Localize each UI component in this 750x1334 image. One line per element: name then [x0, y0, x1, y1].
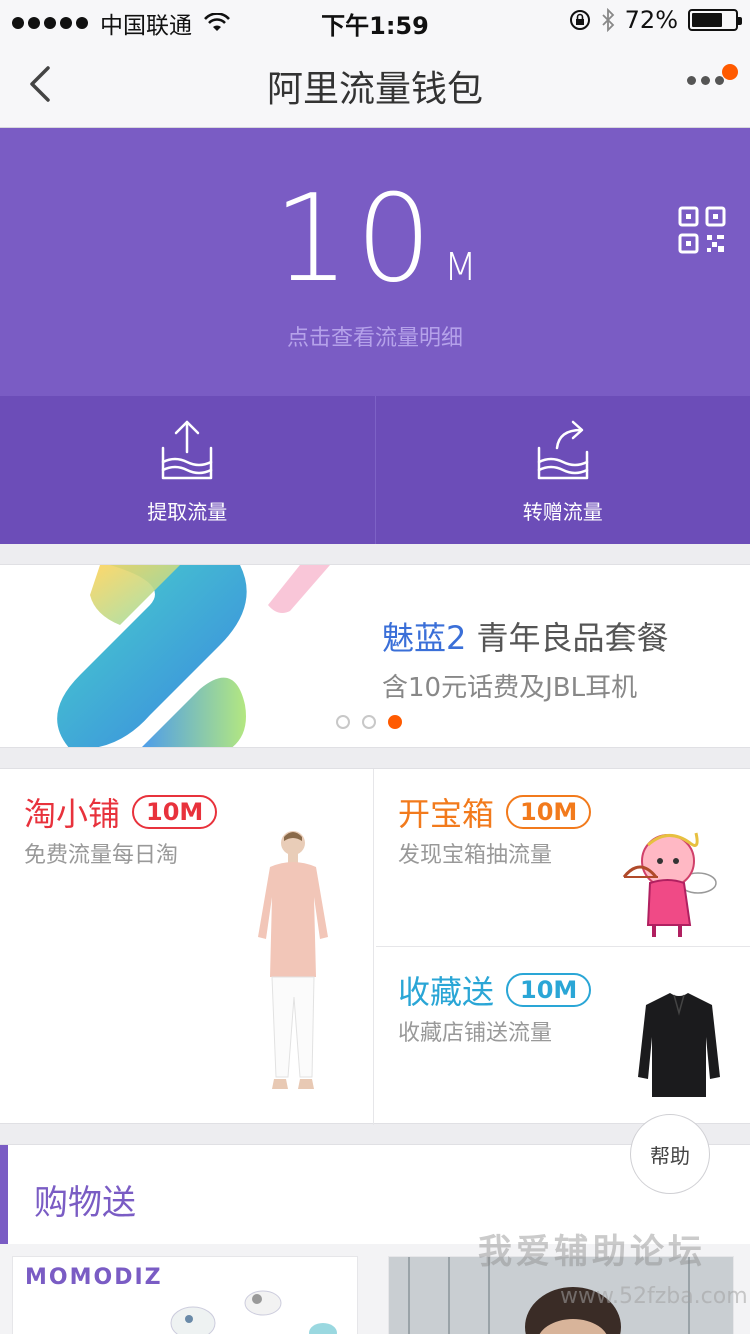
- cupid-image: [622, 832, 717, 937]
- card-title-text: 开宝箱: [398, 795, 495, 833]
- card-subtitle: 发现宝箱抽流量: [398, 843, 553, 868]
- qr-code-icon[interactable]: [678, 206, 726, 254]
- pager-dot-active[interactable]: [388, 715, 402, 729]
- pager-dot[interactable]: [362, 715, 376, 729]
- gift-traffic-label: 转赠流量: [522, 500, 603, 524]
- traffic-amount-unit: M: [443, 245, 477, 289]
- card-title: 开宝箱 10M: [398, 789, 592, 835]
- traffic-badge: 10M: [132, 795, 218, 829]
- product-image: [170, 1290, 337, 1334]
- nav-bar: 阿里流量钱包: [0, 40, 750, 128]
- product-card[interactable]: MOMODIZ: [12, 1256, 358, 1334]
- banner-graphic: [57, 565, 330, 747]
- watermark-url: www.52fzba.com: [560, 1284, 748, 1309]
- wallet-summary[interactable]: 10 M 点击查看流量明细: [0, 128, 750, 396]
- card-title-text: 淘小铺: [24, 795, 121, 833]
- banner-brand: 魅蓝2: [382, 619, 467, 657]
- banner-title: 魅蓝2 青年良品套餐: [382, 613, 669, 659]
- banner-pager: [336, 715, 402, 729]
- model-image: [258, 831, 328, 1089]
- traffic-badge: 10M: [506, 795, 592, 829]
- card-title-text: 收藏送: [398, 973, 495, 1011]
- banner-title-rest: 青年良品套餐: [466, 619, 669, 657]
- black-shirt-image: [638, 993, 720, 1097]
- banner-subtitle: 含10元话费及JBL耳机: [382, 673, 638, 703]
- battery-icon: [688, 9, 742, 31]
- battery-fill: [692, 13, 723, 27]
- section-title: 购物送: [34, 1183, 136, 1223]
- taoxiaopu-card[interactable]: 淘小铺 10M 免费流量每日淘: [0, 769, 374, 1125]
- watermark-text: 我爱辅助论坛: [478, 1232, 706, 1272]
- withdraw-traffic-button[interactable]: 提取流量: [0, 396, 375, 544]
- status-bar: 中国联通 下午1:59 72%: [0, 0, 750, 40]
- gift-traffic-button[interactable]: 转赠流量: [374, 396, 750, 544]
- section-accent-bar: [0, 1145, 8, 1245]
- bluetooth-icon: [602, 8, 614, 32]
- traffic-amount-value: 10: [273, 170, 438, 309]
- card-subtitle: 免费流量每日淘: [24, 843, 179, 868]
- card-title: 收藏送 10M: [398, 967, 592, 1013]
- withdraw-traffic-label: 提取流量: [147, 500, 228, 524]
- favorite-gift-card[interactable]: 收藏送 10M 收藏店铺送流量: [376, 947, 750, 1125]
- help-button[interactable]: 帮助: [630, 1114, 710, 1194]
- traffic-badge: 10M: [506, 973, 592, 1007]
- pager-dot[interactable]: [336, 715, 350, 729]
- upload-icon: [162, 420, 213, 480]
- product-brand-logo: MOMODIZ: [25, 1265, 163, 1290]
- card-subtitle: 收藏店铺送流量: [398, 1021, 553, 1046]
- card-title: 淘小铺 10M: [24, 789, 218, 835]
- share-icon: [537, 420, 588, 480]
- notification-dot: [722, 64, 738, 80]
- activity-grid: 淘小铺 10M 免费流量每日淘 开宝箱 10M 发现宝箱抽流量 收藏送 10M …: [0, 768, 750, 1125]
- traffic-amount: 10 M: [0, 180, 750, 300]
- page-title: 阿里流量钱包: [266, 69, 483, 110]
- promo-banner[interactable]: 魅蓝2 青年良品套餐 含10元话费及JBL耳机: [0, 564, 750, 748]
- traffic-actions: 提取流量 转赠流量: [0, 396, 750, 544]
- battery-percent: 72%: [624, 6, 678, 34]
- more-icon[interactable]: [687, 76, 724, 85]
- rotation-lock-icon: [569, 10, 590, 30]
- traffic-detail-link[interactable]: 点击查看流量明细: [0, 320, 750, 352]
- status-right: 72%: [569, 6, 742, 34]
- treasure-box-card[interactable]: 开宝箱 10M 发现宝箱抽流量: [376, 769, 750, 947]
